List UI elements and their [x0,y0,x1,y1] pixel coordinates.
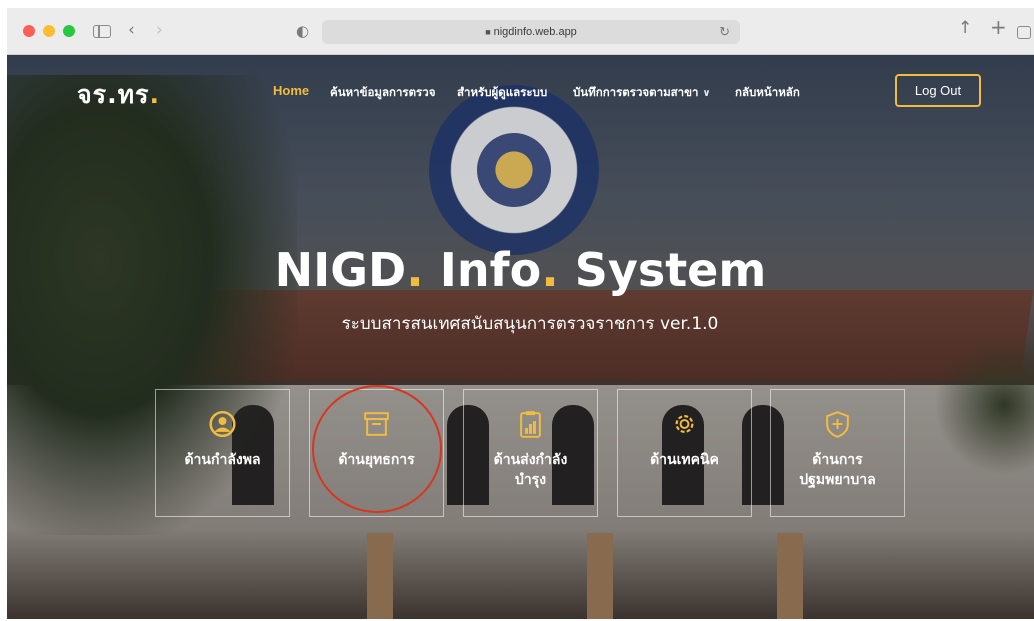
box-personnel[interactable]: ด้านกำลังพล [155,389,290,517]
title-dot: . [406,243,424,297]
nav-record-inspection[interactable]: บันทึกการตรวจตามสาขา ∨ [573,84,711,102]
url-text: nigdinfo.web.app [493,26,577,38]
lock-icon: ■ [485,27,491,37]
box-label-line: ด้านเทคนิค [650,452,719,468]
hero-section: จร.ทร. Home ค้นหาข้อมูลการตรวจ สำหรับผู้… [7,55,1034,619]
box-label: ด้านการปฐมพยาบาล [771,450,904,490]
tab-overview-icon[interactable] [1017,26,1031,39]
box-logistics[interactable]: ด้านส่งกำลังบำรุง [463,389,598,517]
box-first-aid[interactable]: ด้านการปฐมพยาบาล [770,389,905,517]
nav-back-main[interactable]: กลับหน้าหลัก [735,84,800,102]
new-tab-icon[interactable]: + [990,17,1007,37]
close-window-button[interactable] [23,25,35,37]
share-icon[interactable]: ↑ [958,18,972,38]
user-circle-icon [209,410,236,438]
back-icon[interactable]: ‹ [128,20,135,40]
browser-window: ‹ › ◐ ■ nigdinfo.web.app ↻ ↑ + จร.ทร. Hom… [7,8,1034,619]
hero-title: NIGD. Info. System [7,243,1034,297]
nav-home[interactable]: Home [273,83,309,98]
box-label-line: ด้านส่งกำลัง [493,452,568,468]
box-technical[interactable]: ด้านเทคนิค [617,389,752,517]
reload-icon[interactable]: ↻ [719,20,730,44]
nav-search-inspection[interactable]: ค้นหาข้อมูลการตรวจ [330,84,435,102]
logout-button[interactable]: Log Out [895,74,981,107]
box-label-line: บำรุง [514,472,547,488]
forward-icon[interactable]: › [156,20,163,40]
nav-record-label: บันทึกการตรวจตามสาขา [573,85,699,99]
brand-dot: . [149,80,160,109]
privacy-shield-icon[interactable]: ◐ [296,21,309,41]
box-label-line: ด้านการ [812,452,863,468]
title-part: Info [423,243,542,297]
emblem-anchor-icon [477,133,551,207]
address-bar[interactable]: ■ nigdinfo.web.app ↻ [322,20,740,44]
shield-plus-icon [826,411,849,438]
minimize-window-button[interactable] [43,25,55,37]
box-label-line: ปฐมพยาบาล [799,472,876,488]
nav-admin[interactable]: สำหรับผู้ดูแลระบบ [457,84,547,102]
clipboard-chart-icon [520,411,541,438]
box-label: ด้านกำลังพล [156,450,289,470]
brand-text: จร.ทร [77,80,150,109]
box-label: ด้านเทคนิค [618,450,751,470]
annotation-highlight-circle [312,385,442,513]
browser-toolbar: ‹ › ◐ ■ nigdinfo.web.app ↻ ↑ + [7,8,1034,55]
title-part: System [558,243,767,297]
zoom-window-button[interactable] [63,25,75,37]
gear-icon [675,415,694,433]
title-dot: . [541,243,559,297]
sidebar-toggle-icon[interactable] [93,25,111,38]
chevron-down-icon: ∨ [702,88,711,99]
hero-subtitle: ระบบสารสนเทศสนับสนุนการตรวจราชการ ver.1.… [341,314,719,334]
box-label-line: ด้านกำลังพล [184,452,261,468]
box-label: ด้านส่งกำลังบำรุง [464,450,597,490]
brand-logo[interactable]: จร.ทร. [77,75,160,115]
title-part: NIGD [274,243,407,297]
